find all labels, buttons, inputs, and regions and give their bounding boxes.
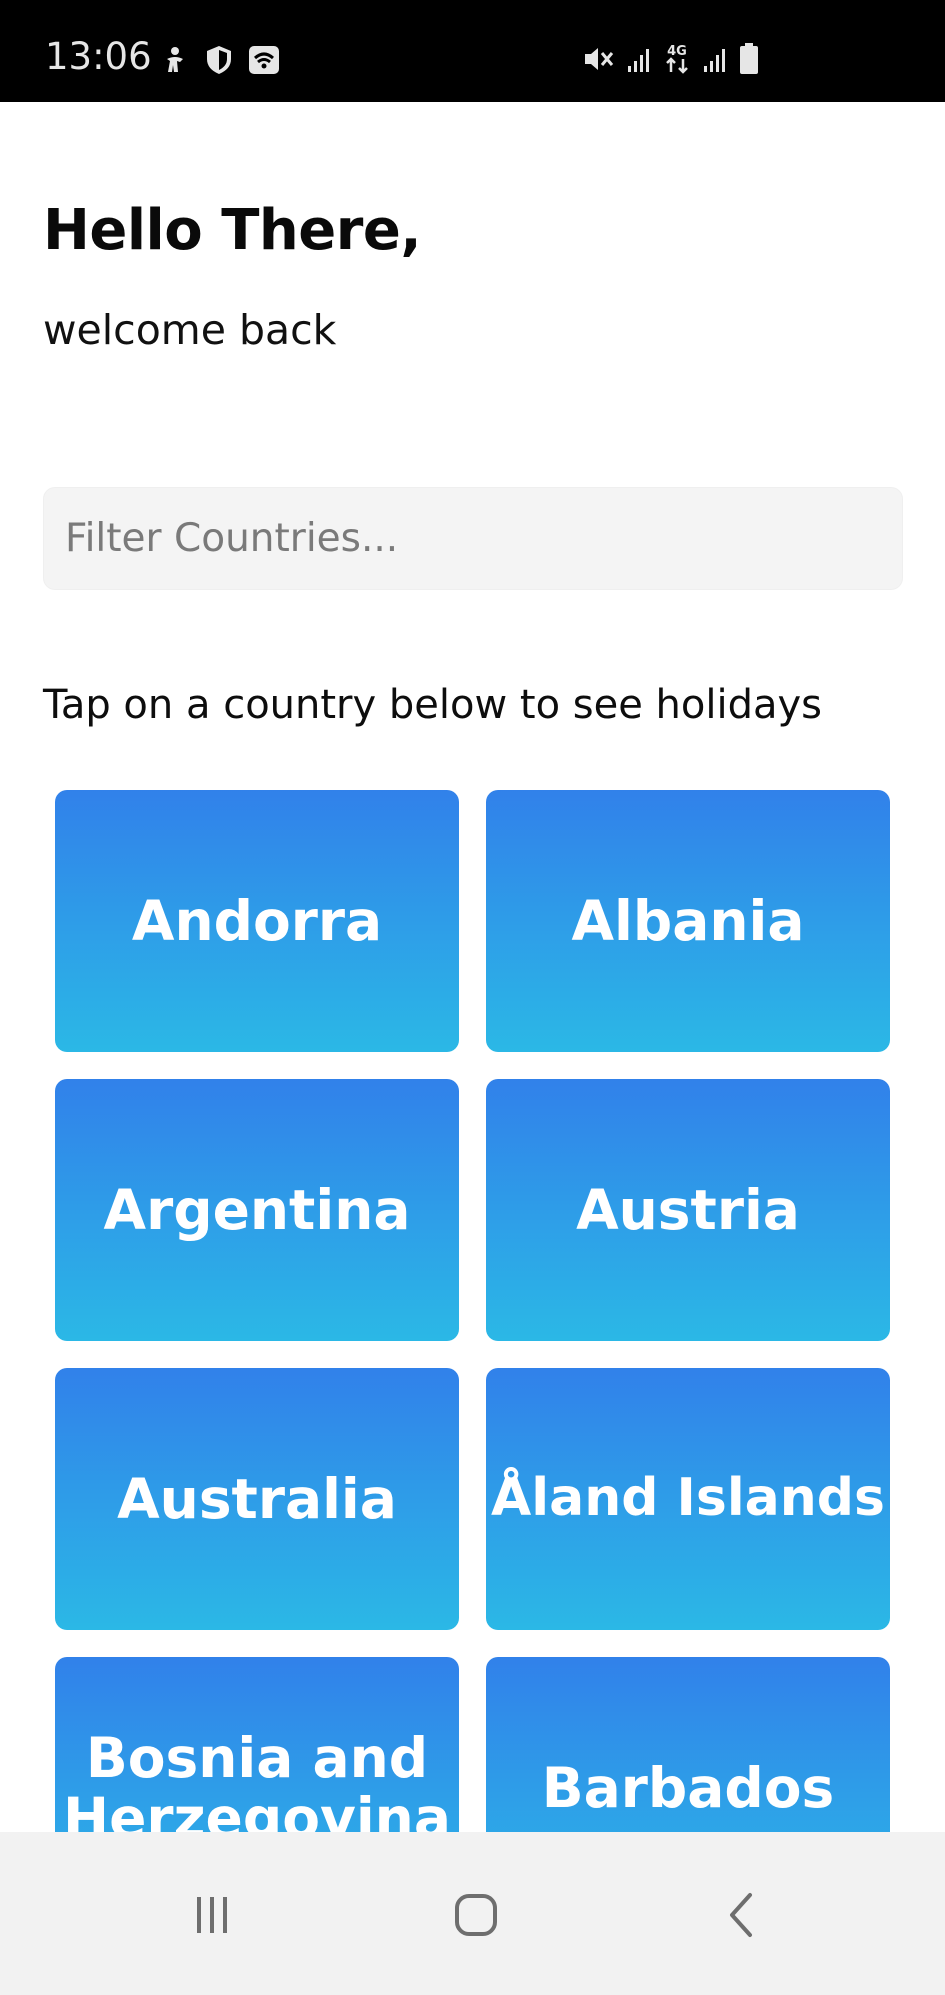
country-card-aland-islands[interactable]: Åland Islands [486, 1368, 890, 1630]
country-name: Australia [117, 1466, 397, 1531]
shield-icon [204, 44, 234, 76]
navigation-bar [0, 1832, 945, 1995]
home-button[interactable] [441, 1882, 511, 1952]
wifi-call-icon [248, 45, 280, 75]
country-name: Albania [571, 888, 805, 953]
filter-countries-input[interactable] [44, 488, 902, 589]
status-left-icons [160, 44, 280, 76]
signal-icon [702, 44, 728, 74]
home-icon [452, 1891, 500, 1943]
country-name: Bosnia and Herzegovina [63, 1725, 451, 1850]
network-label: 4G [667, 44, 687, 59]
mute-icon [582, 43, 616, 75]
status-time: 13:06 [45, 35, 152, 78]
greeting-title: Hello There, [43, 198, 422, 263]
app-screen: 13:06 4G Hello There, welcome back Filte… [0, 0, 945, 1995]
filter-countries-field[interactable] [43, 487, 903, 590]
country-name: Austria [576, 1177, 800, 1242]
battery-icon [738, 42, 760, 76]
country-card-austria[interactable]: Austria [486, 1079, 890, 1341]
country-name: Andorra [131, 888, 383, 953]
country-card-argentina[interactable]: Argentina [55, 1079, 459, 1341]
accessibility-icon [160, 45, 190, 75]
back-button[interactable] [707, 1882, 777, 1952]
country-name: Argentina [103, 1177, 411, 1242]
country-card-albania[interactable]: Albania [486, 790, 890, 1052]
status-bar: 13:06 4G [0, 0, 945, 102]
instructions-text: Tap on a country below to see holidays [43, 682, 823, 728]
recents-button[interactable] [177, 1882, 247, 1952]
back-icon [720, 1891, 764, 1943]
signal-icon [626, 44, 652, 74]
status-right-icons: 4G [582, 42, 760, 76]
country-name: Barbados [541, 1755, 835, 1820]
country-card-andorra[interactable]: Andorra [55, 790, 459, 1052]
4g-data-icon: 4G [662, 42, 692, 76]
greeting-subtitle: welcome back [43, 306, 337, 354]
country-name: Åland Islands [491, 1468, 885, 1529]
country-card-australia[interactable]: Australia [55, 1368, 459, 1630]
recents-icon [190, 1893, 234, 1941]
